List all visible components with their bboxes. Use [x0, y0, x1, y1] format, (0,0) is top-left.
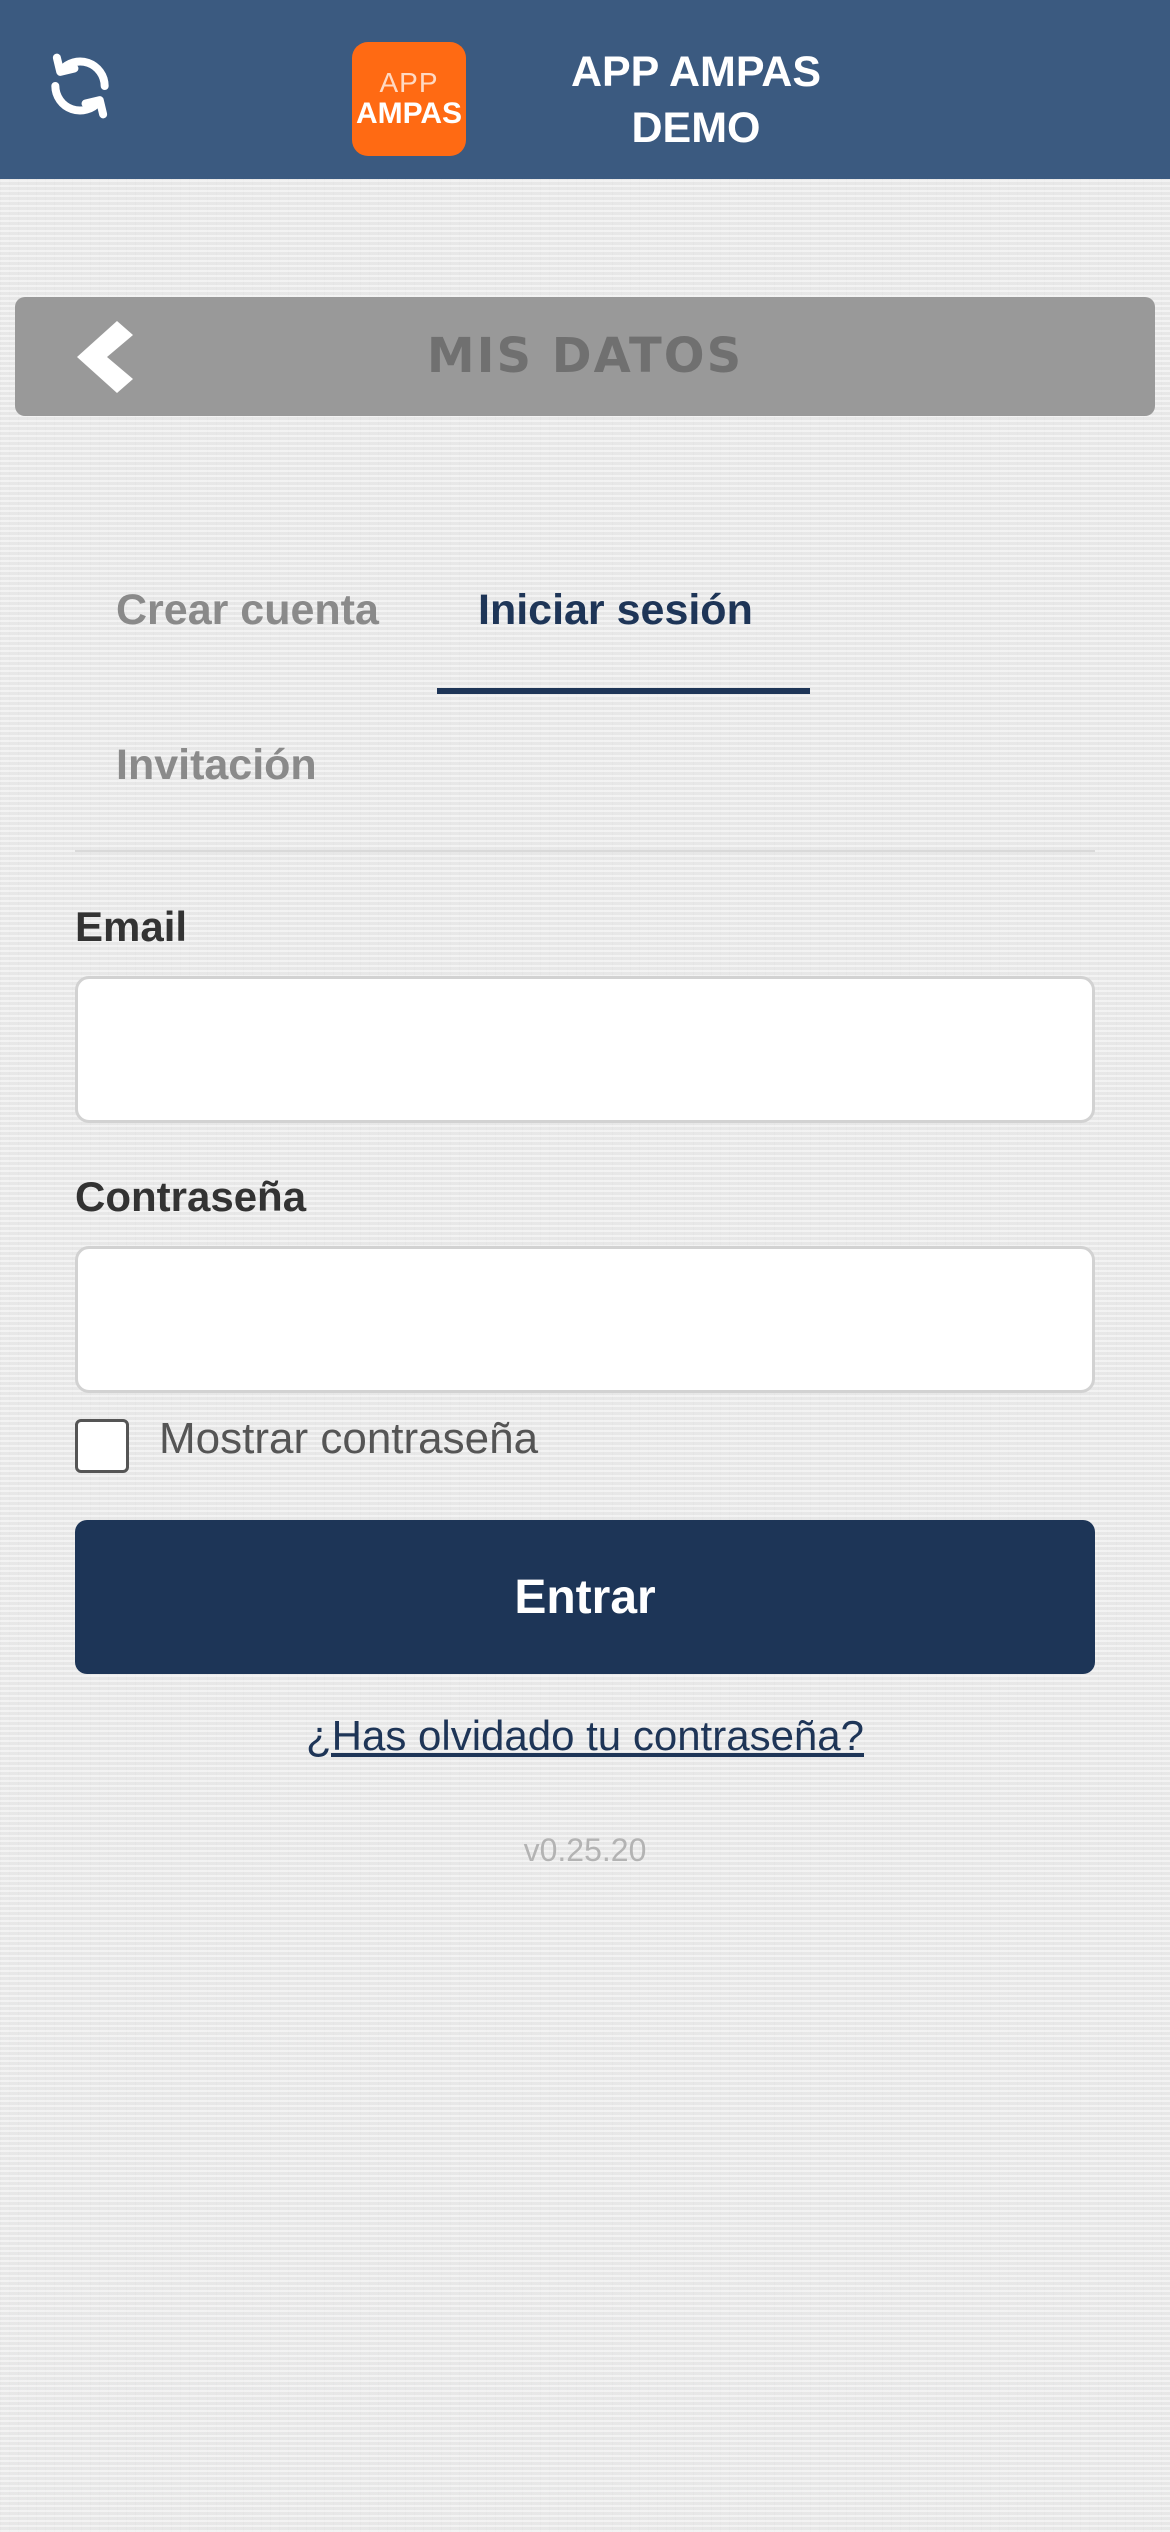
login-button[interactable]: Entrar [75, 1520, 1095, 1674]
app-title-line2: DEMO [631, 104, 761, 152]
refresh-button[interactable] [40, 44, 120, 128]
show-password-checkbox[interactable] [75, 1419, 129, 1473]
refresh-icon [51, 53, 109, 119]
back-button[interactable] [65, 317, 145, 397]
tab-invitacion[interactable]: Invitación [116, 741, 317, 790]
tab-iniciar-sesion[interactable]: Iniciar sesión [478, 586, 753, 635]
app-title: APP AMPAS DEMO [520, 44, 872, 156]
email-label: Email [75, 903, 188, 950]
tabs-divider [75, 850, 1095, 852]
active-tab-indicator [437, 688, 810, 694]
section-header: MIS DATOS [15, 297, 1155, 416]
chevron-left-icon [77, 321, 133, 393]
app-title-line1: APP AMPAS [570, 48, 822, 96]
show-password-label[interactable]: Mostrar contraseña [159, 1414, 538, 1464]
logo-text-top: APP [379, 67, 439, 98]
app-header: APP AMPAS APP AMPAS DEMO [0, 0, 1170, 179]
password-label: Contraseña [75, 1173, 307, 1220]
logo-text-bottom: AMPAS [355, 97, 463, 130]
app-logo: APP AMPAS [352, 42, 466, 156]
tab-crear-cuenta[interactable]: Crear cuenta [116, 586, 379, 635]
section-title: MIS DATOS [426, 328, 744, 384]
forgot-password-link[interactable]: ¿Has olvidado tu contraseña? [0, 1712, 1170, 1760]
email-input[interactable] [75, 976, 1095, 1123]
app-version: v0.25.20 [523, 1832, 647, 1868]
password-input[interactable] [75, 1246, 1095, 1393]
